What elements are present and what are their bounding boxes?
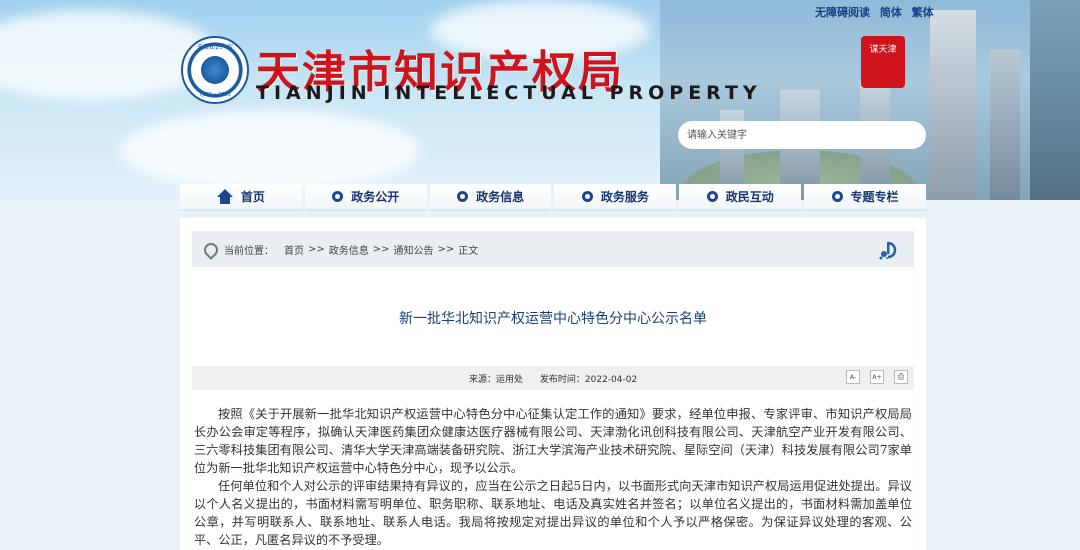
nav-item-special-topics[interactable]: 专题专栏 — [804, 184, 926, 211]
breadcrumb-prefix: 当前位置： — [224, 245, 274, 257]
nav-item-home[interactable]: 首页 — [180, 184, 302, 211]
nav-label: 专题专栏 — [850, 190, 899, 204]
nav-label: 首页 — [240, 190, 265, 204]
article-date: 发布时间：2022-04-02 — [539, 375, 638, 385]
traditional-chinese-link[interactable]: 繁体 — [912, 6, 934, 19]
service-icon — [581, 191, 593, 202]
breadcrumb-separator: >> — [308, 243, 325, 255]
nav-item-government-affairs[interactable]: 政务公开 — [304, 184, 427, 211]
article-paragraph: 任何单位和个人对公示的评审结果持有异议的，应当在公示之日起5日内，以书面形式向天… — [194, 479, 912, 547]
article-meta-bar: 来源：运用处 发布时间：2022-04-02 A- A+ ⎙ — [192, 366, 914, 390]
cloud-decoration — [120, 110, 420, 190]
print-icon: ⎙ — [897, 372, 905, 381]
article-meta: 来源：运用处 发布时间：2022-04-02 — [469, 372, 651, 385]
stamp-text: 谋天津 — [869, 45, 897, 55]
article-paragraph: 按照《关于开展新一批华北知识产权运营中心特色分中心征集认定工作的通知》要求，经单… — [194, 407, 912, 475]
grid-icon — [831, 191, 843, 202]
font-decrease-button[interactable]: A- — [846, 370, 860, 384]
nav-item-government-services[interactable]: 政务服务 — [554, 184, 677, 211]
breadcrumb-item-notices[interactable]: 通知公告 — [394, 242, 434, 257]
chat-icon — [706, 191, 718, 202]
top-links: 无障碍阅读 简体 繁体 — [815, 4, 940, 20]
share-icon[interactable] — [878, 240, 900, 260]
home-icon — [216, 188, 233, 204]
site-title-en: TIANJIN INTELLECTUAL PROPERTY — [256, 82, 762, 104]
nav-item-interaction[interactable]: 政民互动 — [679, 184, 802, 211]
header-banner: 天津知识产权 TJIPO • 2005 天津市知识产权局 TIANJIN INT… — [0, 0, 1080, 200]
info-icon — [457, 191, 469, 202]
building — [930, 10, 976, 200]
nav-label: 政务公开 — [351, 190, 400, 204]
article-body: 按照《关于开展新一批华北知识产权运营中心特色分中心征集认定工作的通知》要求，经单… — [194, 405, 912, 549]
search-input[interactable] — [678, 121, 926, 149]
nav-label: 政民互动 — [725, 190, 774, 204]
font-increase-label: A+ — [872, 374, 882, 381]
nav-label: 政务服务 — [600, 190, 649, 204]
breadcrumb-item-home[interactable]: 首页 — [284, 242, 304, 257]
font-increase-button[interactable]: A+ — [870, 370, 884, 384]
logo-seal-center — [201, 56, 229, 84]
building — [990, 50, 1020, 200]
main-nav: 首页 政务公开 政务信息 政务服务 政民互动 专题专栏 — [180, 184, 926, 211]
stamp-logo-icon: 谋天津 — [861, 36, 905, 88]
logo-seal-text: 天津知识产权 — [196, 44, 233, 51]
breadcrumb-separator: >> — [437, 243, 455, 255]
logo-seal-bottom-text: TJIPO • 2005 — [199, 92, 231, 98]
breadcrumb-separator: >> — [372, 243, 390, 255]
breadcrumb-item-current: 正文 — [458, 245, 479, 257]
simplified-chinese-link[interactable]: 简体 — [880, 6, 902, 19]
print-button[interactable]: ⎙ — [894, 370, 908, 384]
location-pin-icon — [204, 243, 214, 255]
breadcrumb-item-government-info[interactable]: 政务信息 — [329, 242, 369, 257]
article-source: 来源：运用处 — [469, 375, 524, 385]
star-icon — [332, 191, 344, 202]
article-title: 新一批华北知识产权运营中心特色分中心公示名单 — [399, 311, 707, 327]
accessibility-link[interactable]: 无障碍阅读 — [815, 6, 870, 19]
breadcrumb: 当前位置： 首页 >> 政务信息 >> 通知公告 >> 正文 — [192, 231, 914, 267]
building — [1030, 0, 1080, 200]
font-decrease-label: A- — [849, 374, 857, 381]
content-panel: 当前位置： 首页 >> 政务信息 >> 通知公告 >> 正文 新一批华北知识产权… — [180, 218, 926, 550]
tjipo-logo-icon: 天津知识产权 TJIPO • 2005 — [181, 36, 249, 104]
nav-item-government-info[interactable]: 政务信息 — [429, 184, 552, 211]
nav-label: 政务信息 — [476, 190, 525, 204]
